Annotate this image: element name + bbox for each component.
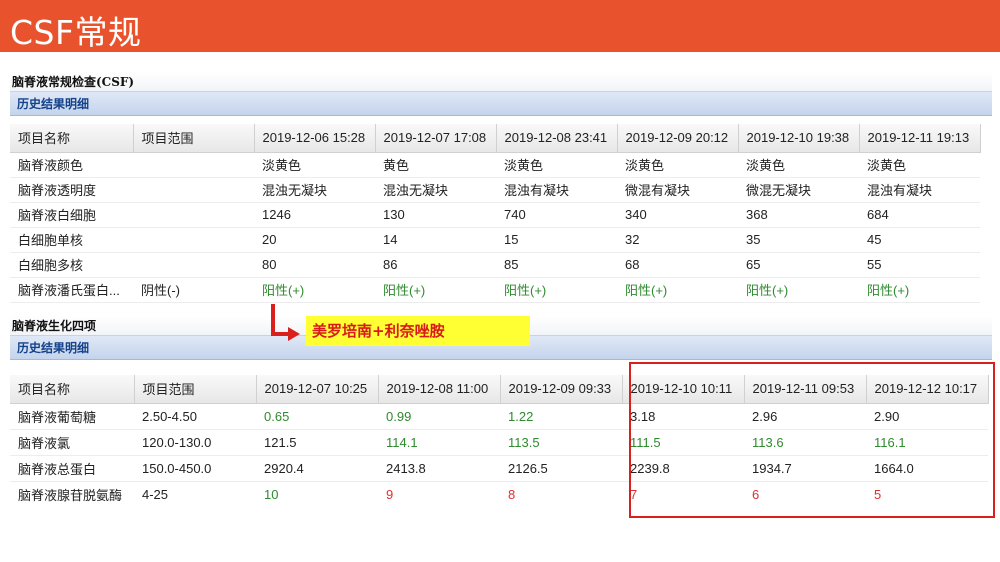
column-header-name[interactable]: 项目名称 — [10, 124, 134, 153]
result-value-cell: 2920.4 — [256, 455, 378, 482]
result-value-cell: 混浊无凝块 — [254, 177, 375, 203]
result-value-cell: 85 — [496, 252, 617, 278]
item-name-cell: 白细胞单核 — [10, 227, 133, 253]
item-name-cell: 脑脊液潘氏蛋白... — [10, 277, 133, 303]
item-name-cell: 脑脊液透明度 — [10, 177, 133, 203]
item-range-cell — [133, 252, 254, 278]
column-header-date[interactable]: 2019-12-07 17:08 — [375, 124, 497, 153]
result-value-cell: 68 — [617, 252, 738, 278]
table-row[interactable]: 脑脊液白细胞 1246 130 740 340 368 684 — [10, 202, 980, 228]
result-value-cell: 1246 — [254, 202, 375, 228]
result-value-cell: 130 — [375, 202, 496, 228]
item-range-cell: 120.0-130.0 — [134, 429, 256, 456]
result-value-cell: 45 — [859, 227, 980, 253]
column-header-date[interactable]: 2019-12-08 23:41 — [496, 124, 618, 153]
column-header-date[interactable]: 2019-12-11 19:13 — [859, 124, 981, 153]
item-name-cell: 脑脊液氯 — [10, 429, 134, 456]
item-name-cell: 脑脊液葡萄糖 — [10, 403, 134, 430]
table-row[interactable]: 脑脊液潘氏蛋白... 阴性(-) 阳性(+) 阳性(+) 阳性(+) 阳性(+) 阳性(+)… — [10, 277, 980, 303]
item-name-cell: 脑脊液白细胞 — [10, 202, 133, 228]
table-row[interactable]: 脑脊液透明度 混浊无凝块 混浊无凝块 混浊有凝块 微混有凝块 微混无凝块 混浊有凝块 — [10, 177, 980, 203]
result-value-cell: 1.22 — [500, 403, 622, 430]
highlight-box — [629, 362, 995, 518]
result-value-cell: 55 — [859, 252, 980, 278]
column-header-range[interactable]: 项目范围 — [133, 124, 255, 153]
column-header-date[interactable]: 2019-12-09 09:33 — [500, 375, 623, 404]
annotation-arrow-icon — [271, 304, 300, 341]
result-value-cell: 32 — [617, 227, 738, 253]
column-header-range[interactable]: 项目范围 — [134, 375, 257, 404]
result-value-cell: 113.5 — [500, 429, 622, 456]
result-value-cell: 0.99 — [378, 403, 500, 430]
item-range-cell: 阴性(-) — [133, 277, 254, 303]
result-value-cell: 微混有凝块 — [617, 177, 738, 203]
table-row[interactable]: 白细胞单核 20 14 15 32 35 45 — [10, 227, 980, 253]
result-value-cell: 阳性(+) — [859, 277, 980, 303]
result-value-cell: 阳性(+) — [496, 277, 617, 303]
item-range-cell: 4-25 — [134, 481, 256, 502]
result-value-cell: 9 — [378, 481, 500, 502]
column-header-date[interactable]: 2019-12-10 19:38 — [738, 124, 860, 153]
result-value-cell: 10 — [256, 481, 378, 502]
column-header-date[interactable]: 2019-12-09 20:12 — [617, 124, 739, 153]
result-value-cell: 微混无凝块 — [738, 177, 859, 203]
result-value-cell: 2413.8 — [378, 455, 500, 482]
result-value-cell: 淡黄色 — [496, 152, 617, 178]
item-name-cell: 白细胞多核 — [10, 252, 133, 278]
table-row[interactable]: 白细胞多核 80 86 85 68 65 55 — [10, 252, 980, 278]
result-value-cell: 740 — [496, 202, 617, 228]
result-value-cell: 86 — [375, 252, 496, 278]
result-value-cell: 淡黄色 — [859, 152, 980, 178]
result-value-cell: 20 — [254, 227, 375, 253]
result-value-cell: 35 — [738, 227, 859, 253]
result-value-cell: 684 — [859, 202, 980, 228]
slide-title: CSF常规 — [10, 13, 142, 52]
table-row[interactable]: 脑脊液颜色 淡黄色 黄色 淡黄色 淡黄色 淡黄色 淡黄色 — [10, 152, 980, 178]
csf-routine-history-header[interactable]: 历史结果明细 — [10, 92, 992, 116]
column-header-date[interactable]: 2019-12-07 10:25 — [256, 375, 379, 404]
result-value-cell: 淡黄色 — [617, 152, 738, 178]
item-range-cell — [133, 152, 254, 178]
result-value-cell: 80 — [254, 252, 375, 278]
result-value-cell: 阳性(+) — [738, 277, 859, 303]
result-value-cell: 8 — [500, 481, 622, 502]
result-value-cell: 121.5 — [256, 429, 378, 456]
item-name-cell: 脑脊液总蛋白 — [10, 455, 134, 482]
item-name-cell: 脑脊液腺苷脱氨酶 — [10, 481, 134, 502]
item-range-cell: 150.0-450.0 — [134, 455, 256, 482]
column-header-name[interactable]: 项目名称 — [10, 375, 135, 404]
result-value-cell: 混浊有凝块 — [859, 177, 980, 203]
result-value-cell: 混浊无凝块 — [375, 177, 496, 203]
column-header-date[interactable]: 2019-12-06 15:28 — [254, 124, 376, 153]
item-range-cell — [133, 177, 254, 203]
result-value-cell: 阳性(+) — [254, 277, 375, 303]
result-value-cell: 0.65 — [256, 403, 378, 430]
item-range-cell — [133, 227, 254, 253]
csf-routine-panel: 脑脊液常规检查(CSF) 历史结果明细 项目名称 项目范围 2019-12-06 1… — [10, 72, 992, 304]
slide-title-bar: CSF常规 — [0, 0, 1000, 52]
column-header-date[interactable]: 2019-12-08 11:00 — [378, 375, 501, 404]
treatment-callout: 美罗培南+利奈唑胺 — [306, 316, 530, 346]
result-value-cell: 2126.5 — [500, 455, 622, 482]
result-value-cell: 淡黄色 — [254, 152, 375, 178]
result-value-cell: 65 — [738, 252, 859, 278]
item-range-cell — [133, 202, 254, 228]
result-value-cell: 阳性(+) — [617, 277, 738, 303]
result-value-cell: 阳性(+) — [375, 277, 496, 303]
result-value-cell: 340 — [617, 202, 738, 228]
result-value-cell: 黄色 — [375, 152, 496, 178]
result-value-cell: 混浊有凝块 — [496, 177, 617, 203]
result-value-cell: 淡黄色 — [738, 152, 859, 178]
result-value-cell: 114.1 — [378, 429, 500, 456]
result-value-cell: 14 — [375, 227, 496, 253]
result-value-cell: 368 — [738, 202, 859, 228]
item-range-cell: 2.50-4.50 — [134, 403, 256, 430]
csf-routine-table: 项目名称 项目范围 2019-12-06 15:28 2019-12-07 17:08… — [10, 124, 981, 303]
table-header-row: 项目名称 项目范围 2019-12-06 15:28 2019-12-07 17:08… — [10, 124, 981, 153]
result-value-cell: 15 — [496, 227, 617, 253]
csf-routine-panel-title: 脑脊液常规检查(CSF) — [10, 72, 992, 92]
item-name-cell: 脑脊液颜色 — [10, 152, 133, 178]
